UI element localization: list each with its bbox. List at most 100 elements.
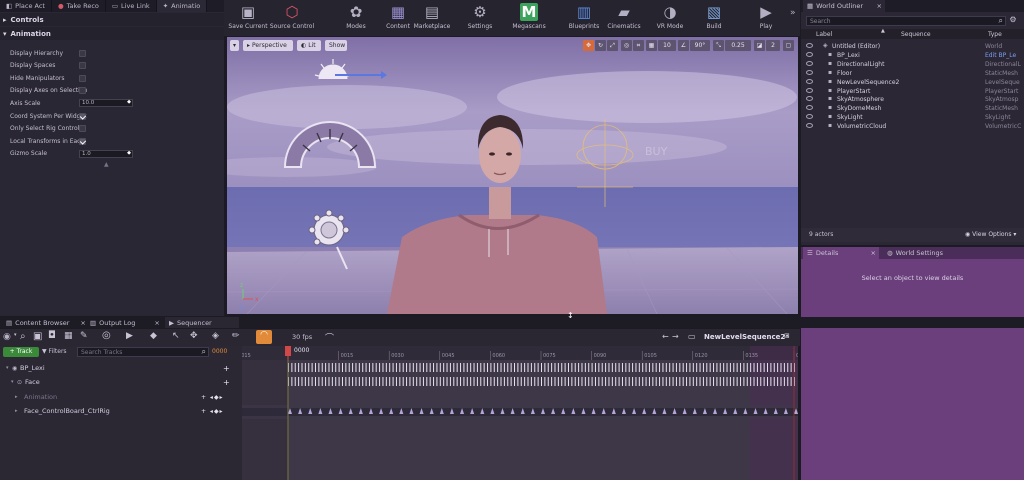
wrench-icon[interactable]: ✎ <box>80 331 88 341</box>
property-number-field[interactable]: 10.0 ◆ <box>79 99 133 108</box>
tab-world-settings[interactable]: ◍ World Settings <box>883 247 965 259</box>
tab-output-log[interactable]: ▥ Output Log × <box>86 317 164 328</box>
grid-snap-icon[interactable]: ▦ <box>646 40 657 51</box>
scale-snap-icon[interactable]: ⤡ <box>713 40 724 51</box>
outliner-row-type[interactable]: Edit BP_Le <box>985 52 1016 59</box>
visibility-eye-icon[interactable] <box>806 78 813 84</box>
track-row[interactable]: ▾ ◉ BP_Lexi + <box>0 361 242 375</box>
tab-content-browser[interactable]: ▤ Content Browser × <box>2 317 90 328</box>
close-output-log-icon[interactable]: × <box>154 319 159 327</box>
tab-live-link[interactable]: ▭ Live Link <box>106 0 157 12</box>
outliner-row[interactable]: ▪ NewLevelSequence2 LevelSeque <box>806 78 1024 87</box>
toolbar-play-button[interactable]: ▶ Play <box>744 0 788 36</box>
back-arrow-icon[interactable]: ← <box>662 332 669 341</box>
transform-scale-icon[interactable]: ⤢ <box>607 40 618 51</box>
outliner-row[interactable]: ▪ SkyDomeMesh StaticMesh <box>806 104 1024 113</box>
visibility-eye-icon[interactable] <box>806 114 813 120</box>
outliner-settings-icon[interactable]: ⚙ <box>1007 15 1019 27</box>
track-search-input[interactable]: Search Tracks ⌕ <box>77 347 209 357</box>
render-movie-icon[interactable]: ▦ <box>64 331 73 341</box>
toolbar-megascans-button[interactable]: M Megascans <box>512 0 546 36</box>
save-sequence-icon[interactable]: ◉ <box>3 332 11 342</box>
transform-rotate-icon[interactable]: ↻ <box>595 40 606 51</box>
grid-snap-value[interactable]: 10 <box>658 40 676 51</box>
camera-speed-icon[interactable]: ◪ <box>754 40 765 51</box>
visibility-eye-icon[interactable] <box>806 60 813 66</box>
playback-options-icon[interactable]: ▶ <box>126 331 133 341</box>
property-checkbox[interactable] <box>79 125 86 133</box>
key-strip[interactable] <box>288 363 795 372</box>
expand-track-icon[interactable]: ▾ <box>11 379 14 385</box>
curve-editor-icon[interactable]: ⌒ <box>325 331 334 344</box>
visibility-eye-icon[interactable] <box>806 69 813 75</box>
outliner-row[interactable]: ▪ SkyAtmosphere SkyAtmosp <box>806 95 1024 104</box>
toolbar-settings-button[interactable]: ⚙ Settings <box>458 0 502 36</box>
outliner-row[interactable]: ▪ Floor StaticMesh <box>806 69 1024 78</box>
close-tab-icon[interactable]: × <box>877 2 882 10</box>
tab-place-actors[interactable]: ◧ Place Act <box>0 0 52 12</box>
outliner-row[interactable]: ▪ BP_Lexi Edit BP_Le <box>806 51 1024 60</box>
visibility-eye-icon[interactable] <box>806 51 813 57</box>
viewport-options-button[interactable]: ▾ <box>230 40 239 51</box>
show-button[interactable]: Show <box>325 40 347 51</box>
visibility-eye-icon[interactable] <box>806 123 813 129</box>
toolbar-blueprints-button[interactable]: ▥ Blueprints <box>562 0 606 36</box>
camera-speed-value[interactable]: 2 <box>766 40 780 51</box>
outliner-row[interactable]: ▪ PlayerStart PlayerStart <box>806 87 1024 96</box>
column-type[interactable]: Type <box>988 31 1002 38</box>
cursor-icon[interactable]: ↖ <box>172 331 180 341</box>
outliner-row[interactable]: ◈ Untitled (Editor) World <box>806 42 1024 51</box>
property-number-field[interactable]: 1.0 ◆ <box>79 149 133 158</box>
key-group-icon[interactable]: ◆ <box>150 331 157 341</box>
expand-track-icon[interactable]: ▸ <box>15 408 18 414</box>
visibility-eye-icon[interactable] <box>806 43 813 48</box>
expand-track-icon[interactable]: ▸ <box>15 394 18 400</box>
fps-selector[interactable]: 30 fps <box>292 333 312 341</box>
visibility-eye-icon[interactable] <box>806 96 813 102</box>
splitter-cursor-icon[interactable]: ↕ <box>567 311 574 320</box>
keyframe-nav-icon[interactable]: + ◂◆▸ <box>201 394 224 401</box>
tab-animation[interactable]: ✦ Animatio <box>156 0 208 12</box>
animation-section-header[interactable]: ▾ Animation <box>0 27 224 40</box>
search-sequence-icon[interactable]: ⌕ <box>20 331 26 342</box>
toolbar-modes-button[interactable]: ✿ Modes <box>334 0 378 36</box>
folder-icon[interactable]: ▭ <box>688 332 696 341</box>
eye-visibility-icon[interactable]: ◎ <box>102 330 111 341</box>
key-strip[interactable] <box>288 377 795 386</box>
controls-section-header[interactable]: ▸ Controls <box>0 13 224 26</box>
camera-icon[interactable]: ◘ <box>48 330 56 341</box>
toolbar-cinematics-button[interactable]: ▰ Cinematics <box>602 0 646 36</box>
property-checkbox[interactable] <box>79 112 86 120</box>
view-options-button[interactable]: ◉ View Options ▾ <box>965 231 1016 238</box>
rotation-snap-icon[interactable]: ∠ <box>678 40 689 51</box>
outliner-row[interactable]: ▪ SkyLight SkyLight <box>806 113 1024 122</box>
dropdown-arrow-icon[interactable]: ▾ <box>14 332 17 338</box>
pencil-icon[interactable]: ✏ <box>232 331 240 341</box>
tab-sequencer[interactable]: ▶ Sequencer <box>165 317 239 328</box>
lock-icon[interactable]: ⊡ <box>784 332 790 340</box>
toolbar-overflow-icon[interactable]: » <box>790 8 796 18</box>
property-checkbox[interactable] <box>79 49 86 57</box>
add-track-plus-icon[interactable]: + <box>223 378 230 387</box>
current-frame-field[interactable]: 0000 <box>212 348 227 355</box>
property-checkbox[interactable] <box>79 62 86 70</box>
spinner-icon[interactable]: ◆ <box>127 150 131 156</box>
toolbar-vr-mode-button[interactable]: ◑ VR Mode <box>648 0 692 36</box>
world-local-icon[interactable]: ◎ <box>621 40 632 51</box>
keyframe-nav-icon[interactable]: + ◂◆▸ <box>201 408 224 415</box>
sequencer-timeline[interactable]: -015 0015 0030 0045 0060 0075 0090 0105 0120 0135… <box>242 346 798 480</box>
column-label[interactable]: Label <box>816 31 832 38</box>
outliner-search-input[interactable]: Search ⌕ <box>806 16 1006 26</box>
lit-button[interactable]: ◐ Lit <box>297 40 321 51</box>
tab-world-outliner[interactable]: ▦ World Outliner × <box>803 0 885 12</box>
track-row[interactable]: ▸ Face_ControlBoard_CtrlRig + ◂◆▸ <box>0 404 242 418</box>
transform-move-icon[interactable]: ✥ <box>583 40 594 51</box>
property-checkbox[interactable] <box>79 74 86 82</box>
capture-icon[interactable]: ▣ <box>33 331 42 342</box>
add-track-button[interactable]: + Track <box>3 347 39 357</box>
forward-arrow-icon[interactable]: → <box>672 332 679 341</box>
expand-track-icon[interactable]: ▾ <box>6 365 9 371</box>
snap-icon[interactable]: ◈ <box>212 331 219 341</box>
outliner-row[interactable]: ▪ DirectionalLight DirectionalL <box>806 60 1024 69</box>
visibility-eye-icon[interactable] <box>806 87 813 93</box>
